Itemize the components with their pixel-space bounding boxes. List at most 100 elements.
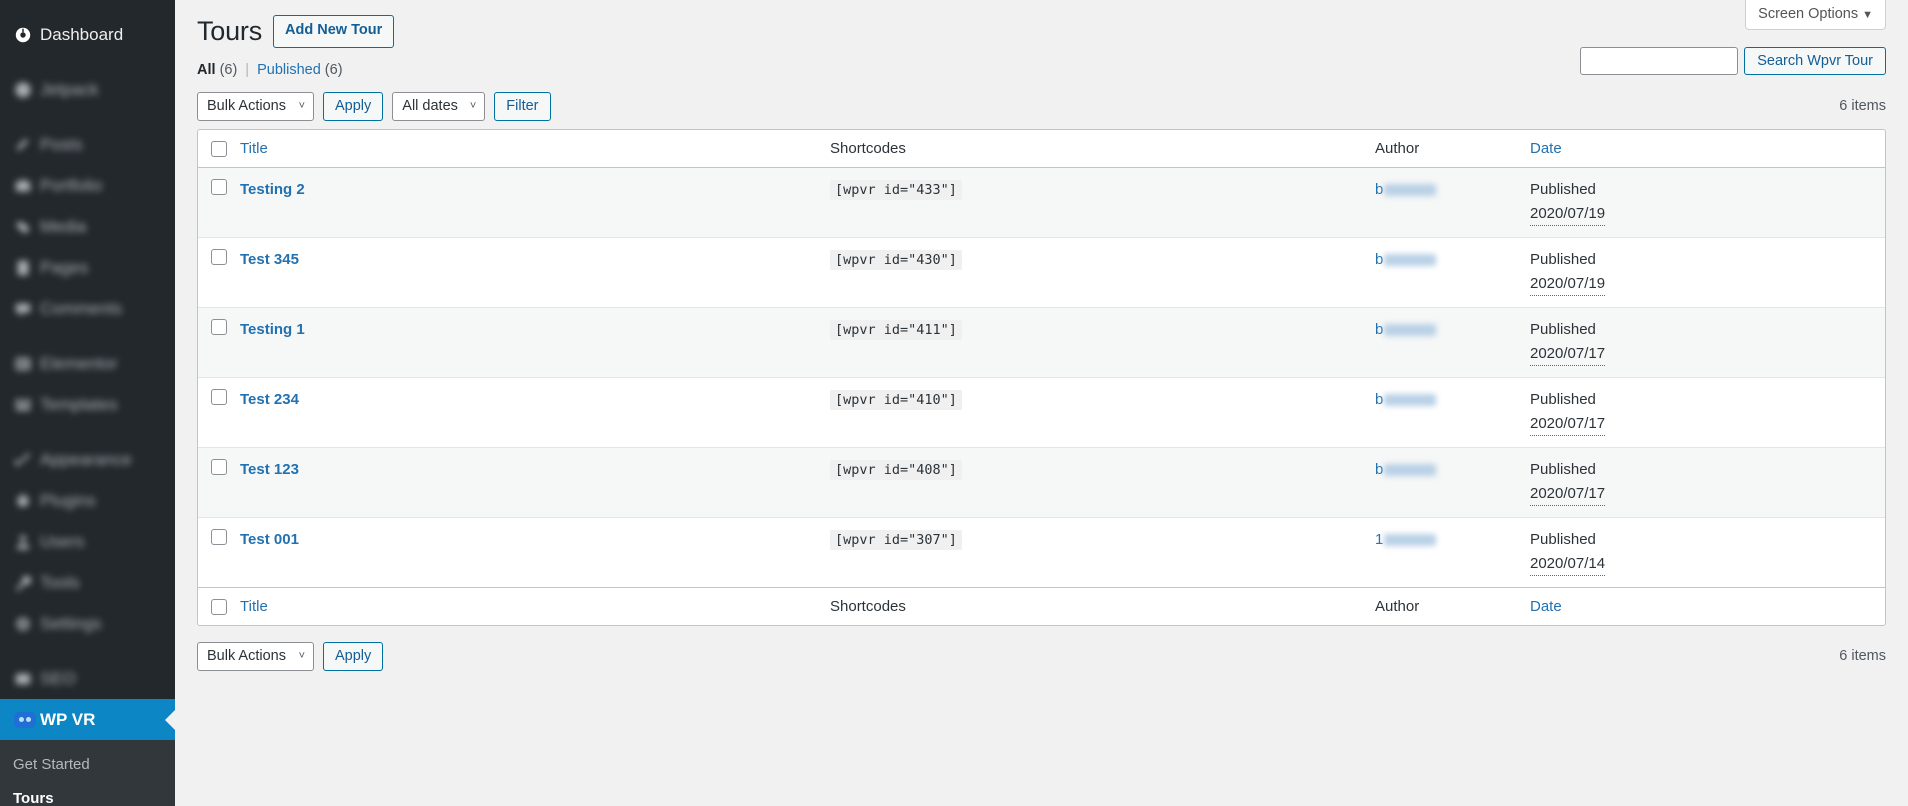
sidebar-separator [0,644,175,658]
apply-button-top[interactable]: Apply [323,91,384,121]
brush-icon [14,451,40,469]
shortcode-text[interactable]: [wpvr id="410"] [830,390,962,411]
add-new-tour-button[interactable]: Add New Tour [273,15,395,48]
elementor-icon [14,355,40,373]
post-date[interactable]: 2020/07/17 [1530,343,1606,367]
author-redacted [1384,184,1437,197]
row-author-cell: b [1375,307,1530,377]
row-shortcode-cell: [wpvr id="433"] [830,168,1375,237]
jetpack-icon [14,81,40,99]
bulk-actions-select-wrap-bottom: Bulk Actions ˅ [197,641,314,671]
sidebar-item-tools[interactable]: Tools [0,562,175,603]
post-date[interactable]: 2020/07/17 [1530,413,1606,437]
post-date[interactable]: 2020/07/19 [1530,203,1606,227]
tablenav-actions-bottom: Bulk Actions ˅ Apply [197,641,384,671]
tablenav-actions-top: Bulk Actions ˅ Apply All dates ˅ Filter [197,91,551,121]
author-link[interactable]: b [1375,251,1383,268]
row-shortcode-cell: [wpvr id="410"] [830,377,1375,447]
sidebar-item-jetpack[interactable]: Jetpack [0,69,175,110]
sidebar-item-templates[interactable]: Templates [0,384,175,425]
sidebar-item-comments[interactable]: Comments [0,288,175,329]
select-all-checkbox-bottom[interactable] [211,598,227,615]
sidebar-separator [0,329,175,343]
post-status: Published [1530,321,1596,339]
row-title-link[interactable]: Testing 1 [240,321,305,338]
post-date[interactable]: 2020/07/17 [1530,483,1606,507]
page-title: Tours [197,16,263,46]
row-checkbox[interactable] [211,319,227,336]
sidebar-item-portfolio[interactable]: Portfolio [0,165,175,206]
bulk-actions-select-top[interactable]: Bulk Actions [197,91,314,121]
row-checkbox[interactable] [211,529,227,546]
filter-link-published[interactable]: Published (6) [257,62,342,78]
row-author-cell: b [1375,377,1530,447]
author-redacted [1384,464,1437,477]
sidebar-item-label: WP VR [40,710,96,729]
sidebar-item-label: Users [40,532,85,551]
filter-button[interactable]: Filter [494,91,551,121]
row-title-link[interactable]: Testing 2 [240,181,305,198]
shortcode-text[interactable]: [wpvr id="430"] [830,250,962,271]
filter-link-all[interactable]: All (6) [197,62,237,78]
table-row: Testing 1 [wpvr id="411"] b Published 2020/0… [198,307,1885,378]
sidebar-item-elementor[interactable]: Elementor [0,343,175,384]
sidebar-separator [0,55,175,69]
author-link[interactable]: b [1375,391,1383,408]
sidebar-item-dashboard[interactable]: Dashboard [0,14,175,55]
row-title-link[interactable]: Test 123 [240,461,299,478]
post-date[interactable]: 2020/07/14 [1530,553,1606,577]
table-header-row: Title Shortcodes Author Date [198,130,1885,169]
sidebar-item-wp-vr[interactable]: WP VR [0,699,175,740]
column-footer-title: Title [240,587,830,625]
post-status: Published [1530,181,1596,199]
row-checkbox[interactable] [211,459,227,476]
select-all-checkbox-top[interactable] [211,140,227,157]
shortcode-text[interactable]: [wpvr id="411"] [830,320,962,341]
sidebar-item-label: Appearance [40,450,132,469]
screen-options-button[interactable]: Screen Options ▼ [1745,0,1886,30]
row-checkbox[interactable] [211,389,227,406]
sidebar-item-appearance[interactable]: Appearance [0,439,175,480]
sidebar-item-settings[interactable]: Settings [0,603,175,644]
row-title-link[interactable]: Test 001 [240,531,299,548]
shortcode-text[interactable]: [wpvr id="433"] [830,180,962,201]
screen-options-label: Screen Options [1758,6,1859,22]
sort-by-date-link-top[interactable]: Date [1530,140,1562,157]
author-link[interactable]: b [1375,181,1383,198]
submenu-item-tours[interactable]: Tours [0,782,175,806]
post-date[interactable]: 2020/07/19 [1530,273,1606,297]
sort-by-title-link-bottom[interactable]: Title [240,598,268,615]
author-link[interactable]: 1 [1375,531,1383,548]
sidebar-item-users[interactable]: Users [0,521,175,562]
sort-by-date-link-bottom[interactable]: Date [1530,598,1562,615]
row-checkbox[interactable] [211,179,227,196]
admin-sidebar: Dashboard Jetpack Posts Portfolio Media Pages… [0,0,175,806]
author-link[interactable]: b [1375,461,1383,478]
row-date-cell: Published 2020/07/19 [1530,237,1885,307]
sidebar-item-seo[interactable]: SEO [0,658,175,699]
sidebar-item-media[interactable]: Media [0,206,175,247]
submenu-item-get-started[interactable]: Get Started [0,748,175,782]
author-link[interactable]: b [1375,321,1383,338]
shortcode-text[interactable]: [wpvr id="307"] [830,530,962,551]
sidebar-item-label: Dashboard [40,25,124,44]
date-filter-select[interactable]: All dates [392,91,486,121]
row-date-cell: Published 2020/07/19 [1530,168,1885,237]
bulk-actions-select-bottom[interactable]: Bulk Actions [197,641,314,671]
sidebar-item-pages[interactable]: Pages [0,247,175,288]
sort-by-title-link-top[interactable]: Title [240,140,268,157]
row-title-cell: Test 234 [240,377,830,447]
row-author-cell: b [1375,447,1530,517]
sidebar-item-plugins[interactable]: Plugins [0,480,175,521]
search-submit-button[interactable]: Search Wpvr Tour [1744,47,1886,75]
sidebar-item-label: Portfolio [40,176,103,195]
row-title-link[interactable]: Test 234 [240,391,299,408]
search-input[interactable] [1580,47,1739,75]
pin-icon [14,136,40,154]
shortcode-text[interactable]: [wpvr id="408"] [830,460,962,481]
apply-button-bottom[interactable]: Apply [323,641,384,671]
sidebar-separator [0,110,175,124]
sidebar-item-posts[interactable]: Posts [0,124,175,165]
row-checkbox[interactable] [211,249,227,266]
row-title-link[interactable]: Test 345 [240,251,299,268]
